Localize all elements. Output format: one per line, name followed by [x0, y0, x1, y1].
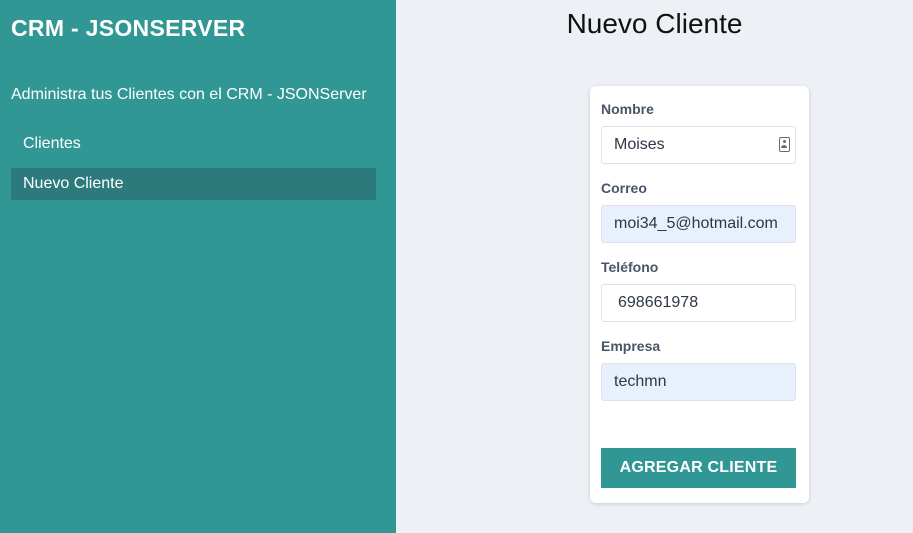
nombre-label: Nombre [601, 101, 654, 117]
page-title: Nuevo Cliente [566, 8, 743, 39]
sidebar-item-clientes[interactable]: Clientes [11, 128, 376, 160]
sidebar: CRM - JSONSERVER Administra tus Clientes… [0, 0, 396, 533]
telefono-input[interactable] [601, 284, 796, 322]
nombre-field-group: Nombre [601, 100, 798, 164]
nombre-input[interactable] [601, 126, 796, 164]
sidebar-nav: Clientes Nuevo Cliente [11, 128, 385, 200]
telefono-field-group: Teléfono [601, 258, 798, 322]
sidebar-item-nuevo-cliente[interactable]: Nuevo Cliente [11, 168, 376, 200]
brand-title: CRM - JSONSERVER [11, 15, 246, 41]
main-content: Nuevo Cliente Nombre Correo Teléfono Emp… [396, 0, 913, 533]
sidebar-tagline: Administra tus Clientes con el CRM - JSO… [11, 86, 367, 103]
correo-label: Correo [601, 180, 647, 196]
correo-input[interactable] [601, 205, 796, 243]
new-client-form: Nombre Correo Teléfono Empresa AGREGAR C… [590, 86, 809, 503]
empresa-input[interactable] [601, 363, 796, 401]
agregar-cliente-button[interactable]: AGREGAR CLIENTE [601, 448, 796, 488]
correo-field-group: Correo [601, 179, 798, 243]
nombre-input-wrap [601, 126, 798, 164]
empresa-field-group: Empresa [601, 337, 798, 401]
empresa-label: Empresa [601, 338, 661, 354]
telefono-label: Teléfono [601, 259, 659, 275]
contact-card-icon[interactable] [779, 137, 790, 152]
